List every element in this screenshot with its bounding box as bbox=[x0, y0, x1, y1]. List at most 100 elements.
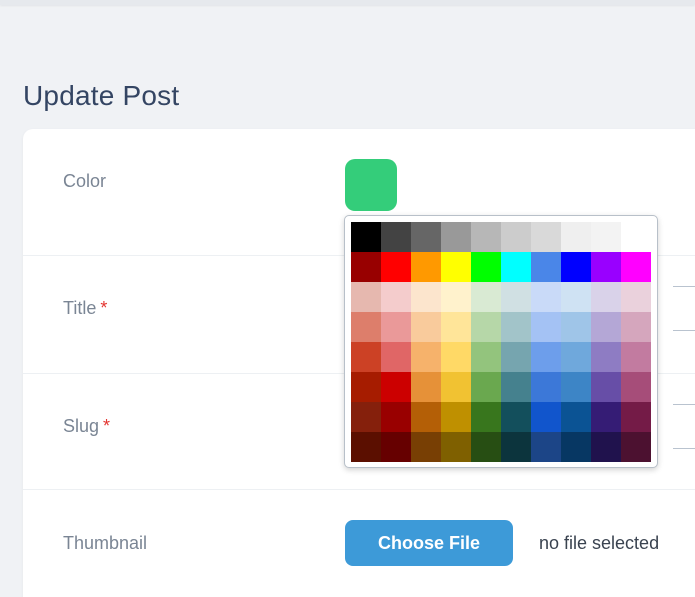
palette-swatch[interactable] bbox=[471, 342, 501, 372]
slug-input-bottom-edge bbox=[673, 448, 695, 449]
palette-swatch[interactable] bbox=[621, 372, 651, 402]
palette-swatch[interactable] bbox=[531, 372, 561, 402]
page-title: Update Post bbox=[23, 80, 180, 111]
palette-swatch[interactable] bbox=[591, 222, 621, 252]
palette-swatch[interactable] bbox=[411, 372, 441, 402]
palette-swatch[interactable] bbox=[591, 432, 621, 462]
title-input[interactable] bbox=[673, 286, 695, 287]
file-status-text: no file selected bbox=[539, 533, 660, 553]
palette-swatch[interactable] bbox=[531, 402, 561, 432]
palette-swatch[interactable] bbox=[441, 432, 471, 462]
palette-swatch[interactable] bbox=[561, 222, 591, 252]
palette-swatch[interactable] bbox=[501, 222, 531, 252]
palette-swatch[interactable] bbox=[501, 252, 531, 282]
color-swatch-button[interactable] bbox=[345, 159, 397, 211]
palette-swatch[interactable] bbox=[441, 222, 471, 252]
palette-swatch[interactable] bbox=[351, 402, 381, 432]
palette-swatch[interactable] bbox=[351, 252, 381, 282]
palette-swatch[interactable] bbox=[411, 342, 441, 372]
palette-swatch[interactable] bbox=[381, 282, 411, 312]
color-label: Color bbox=[63, 171, 107, 191]
palette-swatch[interactable] bbox=[621, 402, 651, 432]
palette-swatch[interactable] bbox=[471, 402, 501, 432]
palette-swatch[interactable] bbox=[591, 312, 621, 342]
palette-swatch[interactable] bbox=[501, 372, 531, 402]
palette-swatch[interactable] bbox=[531, 312, 561, 342]
palette-swatch[interactable] bbox=[441, 342, 471, 372]
palette-swatch[interactable] bbox=[381, 372, 411, 402]
palette-swatch[interactable] bbox=[471, 432, 501, 462]
slug-label: Slug * bbox=[63, 416, 110, 437]
palette-swatch[interactable] bbox=[441, 402, 471, 432]
palette-swatch[interactable] bbox=[411, 222, 441, 252]
thumbnail-label: Thumbnail bbox=[63, 533, 148, 553]
slug-input[interactable] bbox=[673, 404, 695, 405]
slug-label-text: Slug bbox=[63, 416, 100, 436]
palette-swatch[interactable] bbox=[621, 432, 651, 462]
palette-swatch[interactable] bbox=[531, 432, 561, 462]
title-label-text: Title bbox=[63, 298, 97, 318]
palette-swatch[interactable] bbox=[591, 402, 621, 432]
palette-swatch[interactable] bbox=[591, 342, 621, 372]
palette-swatch[interactable] bbox=[531, 342, 561, 372]
palette-swatch[interactable] bbox=[471, 252, 501, 282]
palette-swatch[interactable] bbox=[471, 372, 501, 402]
palette-swatch[interactable] bbox=[411, 252, 441, 282]
palette-swatch[interactable] bbox=[351, 312, 381, 342]
color-palette-grid bbox=[351, 222, 651, 462]
palette-swatch[interactable] bbox=[591, 372, 621, 402]
required-mark: * bbox=[100, 298, 108, 318]
palette-swatch[interactable] bbox=[441, 282, 471, 312]
choose-file-button[interactable]: Choose File bbox=[345, 520, 513, 566]
palette-swatch[interactable] bbox=[621, 252, 651, 282]
palette-swatch[interactable] bbox=[561, 252, 591, 282]
palette-swatch[interactable] bbox=[621, 282, 651, 312]
palette-swatch[interactable] bbox=[501, 282, 531, 312]
palette-swatch[interactable] bbox=[501, 312, 531, 342]
palette-swatch[interactable] bbox=[381, 312, 411, 342]
palette-swatch[interactable] bbox=[351, 342, 381, 372]
palette-swatch[interactable] bbox=[351, 222, 381, 252]
palette-swatch[interactable] bbox=[381, 342, 411, 372]
title-label: Title * bbox=[63, 298, 107, 319]
palette-swatch[interactable] bbox=[441, 372, 471, 402]
thumbnail-row: Thumbnail Choose File no file selected bbox=[23, 490, 695, 597]
palette-swatch[interactable] bbox=[351, 282, 381, 312]
palette-swatch[interactable] bbox=[441, 312, 471, 342]
palette-swatch[interactable] bbox=[471, 312, 501, 342]
palette-swatch[interactable] bbox=[591, 252, 621, 282]
palette-swatch[interactable] bbox=[531, 252, 561, 282]
palette-swatch[interactable] bbox=[561, 402, 591, 432]
palette-swatch[interactable] bbox=[621, 312, 651, 342]
palette-swatch[interactable] bbox=[351, 432, 381, 462]
top-bar bbox=[0, 0, 695, 5]
palette-swatch[interactable] bbox=[441, 252, 471, 282]
title-input-bottom-edge bbox=[673, 330, 695, 331]
palette-swatch[interactable] bbox=[471, 222, 501, 252]
palette-swatch[interactable] bbox=[591, 282, 621, 312]
palette-swatch[interactable] bbox=[561, 372, 591, 402]
palette-swatch[interactable] bbox=[411, 282, 441, 312]
palette-swatch[interactable] bbox=[621, 342, 651, 372]
palette-swatch[interactable] bbox=[351, 372, 381, 402]
palette-swatch[interactable] bbox=[501, 342, 531, 372]
palette-swatch[interactable] bbox=[411, 432, 441, 462]
palette-swatch[interactable] bbox=[381, 402, 411, 432]
palette-swatch[interactable] bbox=[561, 312, 591, 342]
required-mark: * bbox=[103, 416, 111, 436]
palette-swatch[interactable] bbox=[381, 432, 411, 462]
palette-swatch[interactable] bbox=[561, 282, 591, 312]
palette-swatch[interactable] bbox=[531, 222, 561, 252]
palette-swatch[interactable] bbox=[501, 432, 531, 462]
palette-swatch[interactable] bbox=[411, 312, 441, 342]
palette-swatch[interactable] bbox=[381, 222, 411, 252]
palette-swatch[interactable] bbox=[381, 252, 411, 282]
palette-swatch[interactable] bbox=[531, 282, 561, 312]
palette-swatch[interactable] bbox=[561, 342, 591, 372]
color-palette-popup bbox=[344, 215, 658, 468]
palette-swatch[interactable] bbox=[501, 402, 531, 432]
palette-swatch[interactable] bbox=[561, 432, 591, 462]
palette-swatch[interactable] bbox=[471, 282, 501, 312]
palette-swatch[interactable] bbox=[411, 402, 441, 432]
palette-swatch[interactable] bbox=[621, 222, 651, 252]
